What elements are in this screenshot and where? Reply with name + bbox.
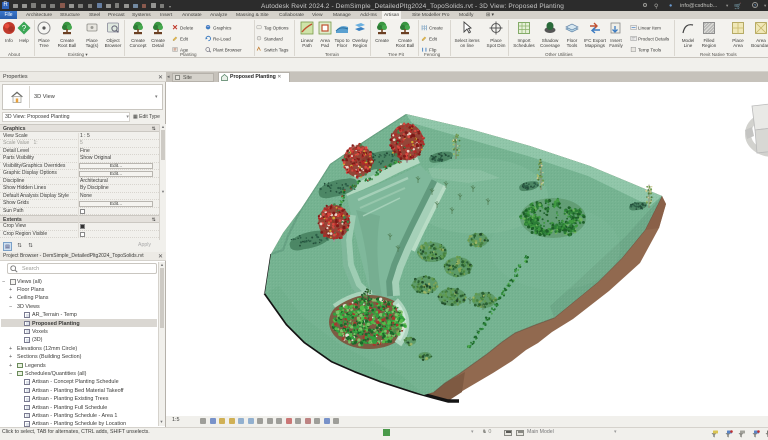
svg-text:?: ? [22, 24, 27, 33]
